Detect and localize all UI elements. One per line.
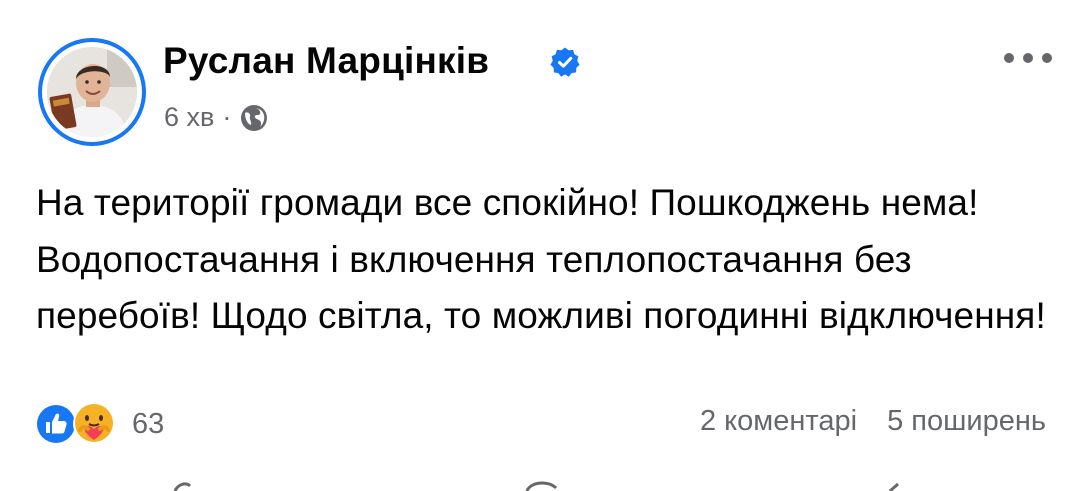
facebook-post: Руслан Марцінків 6 хв · На території гро… xyxy=(0,0,1080,491)
verified-badge-icon xyxy=(550,47,580,77)
comments-count-link[interactable]: 2 коментарі xyxy=(700,405,857,437)
post-stats: 2 коментарі 5 поширень xyxy=(700,405,1046,438)
globe-icon[interactable] xyxy=(239,103,269,133)
care-icon xyxy=(73,403,115,445)
author-name[interactable]: Руслан Марцінків xyxy=(163,40,489,82)
action-bar-icons-cropped xyxy=(173,481,899,491)
reactions-summary[interactable]: 63 xyxy=(34,400,164,448)
reaction-count: 63 xyxy=(132,407,165,440)
profile-photo-image xyxy=(47,47,137,137)
post-meta: 6 хв · xyxy=(164,101,269,133)
avatar[interactable] xyxy=(38,38,146,146)
profile-photo xyxy=(47,47,137,137)
more-dots-icon[interactable] xyxy=(1000,48,1056,68)
meta-separator: · xyxy=(222,101,232,132)
post-time[interactable]: 6 хв xyxy=(164,102,214,133)
post-text: На території громади все спокійно! Пошко… xyxy=(36,182,1046,336)
shares-count-link[interactable]: 5 поширень xyxy=(887,405,1046,437)
